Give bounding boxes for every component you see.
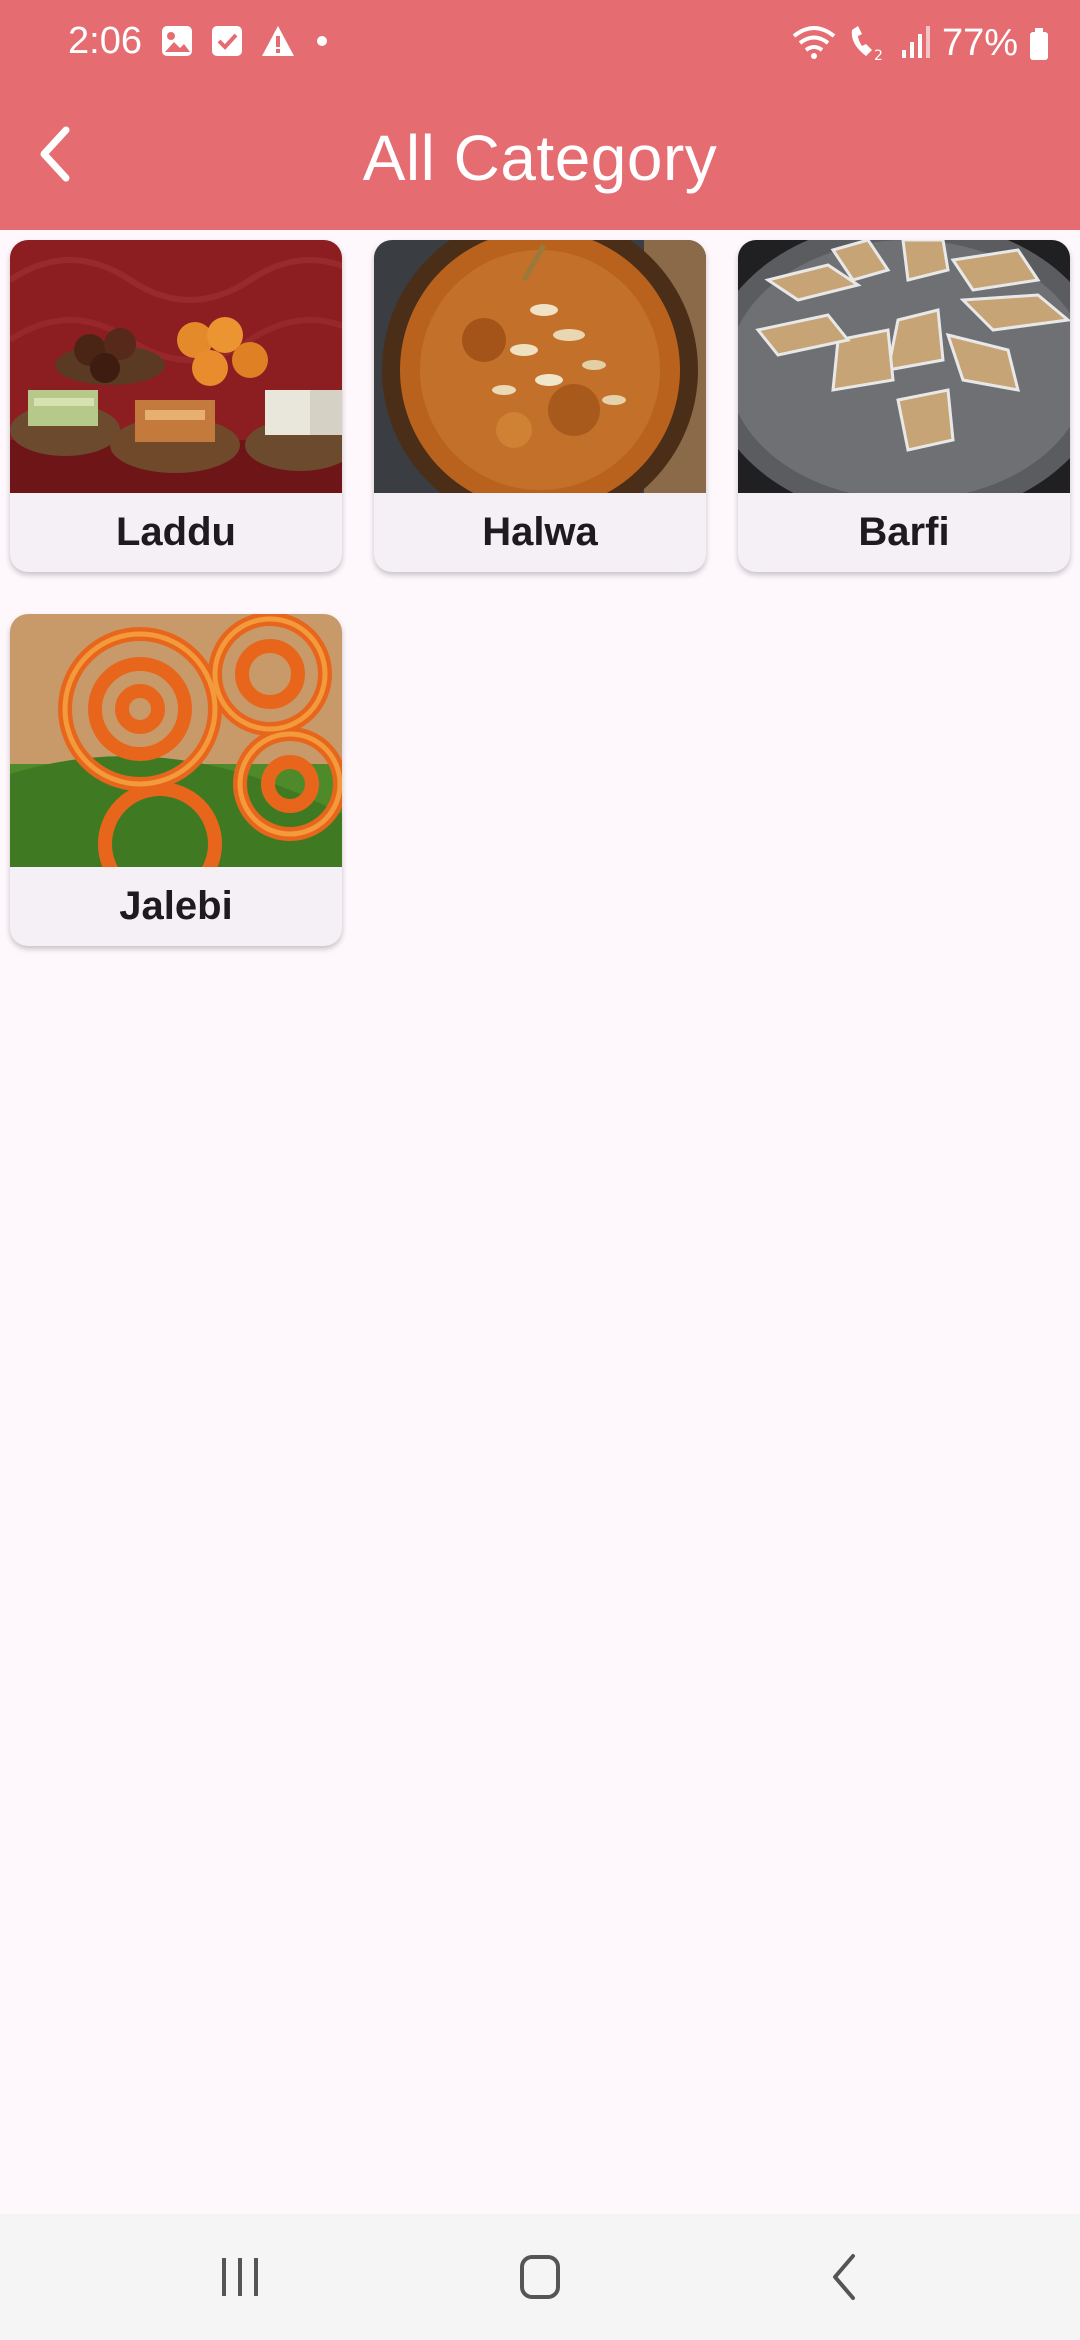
status-icons-right: 2 77% bbox=[792, 20, 1050, 66]
battery-percent: 77% bbox=[941, 22, 1018, 64]
page-title: All Category bbox=[362, 122, 718, 194]
category-card-barfi[interactable]: Barfi bbox=[738, 240, 1070, 572]
dot-icon bbox=[312, 24, 332, 58]
status-icons-left bbox=[160, 24, 332, 58]
image-icon bbox=[160, 24, 194, 58]
wifi-icon bbox=[792, 24, 836, 62]
warning-icon bbox=[260, 24, 296, 58]
nav-back-button[interactable] bbox=[805, 2244, 885, 2310]
category-card-halwa[interactable]: Halwa bbox=[374, 240, 706, 572]
signal-icon bbox=[900, 24, 932, 62]
halwa-image bbox=[374, 240, 706, 493]
home-button[interactable] bbox=[500, 2244, 580, 2310]
volte-call-icon: 2 bbox=[846, 24, 890, 62]
checkbox-icon bbox=[210, 24, 244, 58]
category-card-laddu[interactable]: Laddu bbox=[10, 240, 342, 572]
back-icon bbox=[833, 2254, 855, 2300]
app-bar: 2:06 2 77% All Category bbox=[0, 0, 1080, 230]
category-card-jalebi[interactable]: Jalebi bbox=[10, 614, 342, 946]
barfi-image bbox=[738, 240, 1070, 493]
laddu-image bbox=[10, 240, 342, 493]
svg-text:2: 2 bbox=[874, 48, 883, 62]
category-label: Laddu bbox=[116, 510, 236, 554]
jalebi-image bbox=[10, 614, 342, 867]
category-label: Halwa bbox=[482, 510, 598, 554]
recents-icon bbox=[222, 2258, 258, 2296]
category-label: Jalebi bbox=[119, 884, 233, 928]
status-time: 2:06 bbox=[68, 20, 142, 62]
recents-button[interactable] bbox=[200, 2244, 280, 2310]
home-icon bbox=[520, 2255, 560, 2299]
system-nav-bar bbox=[0, 2214, 1080, 2340]
battery-icon bbox=[1028, 24, 1050, 62]
category-label: Barfi bbox=[858, 510, 950, 554]
